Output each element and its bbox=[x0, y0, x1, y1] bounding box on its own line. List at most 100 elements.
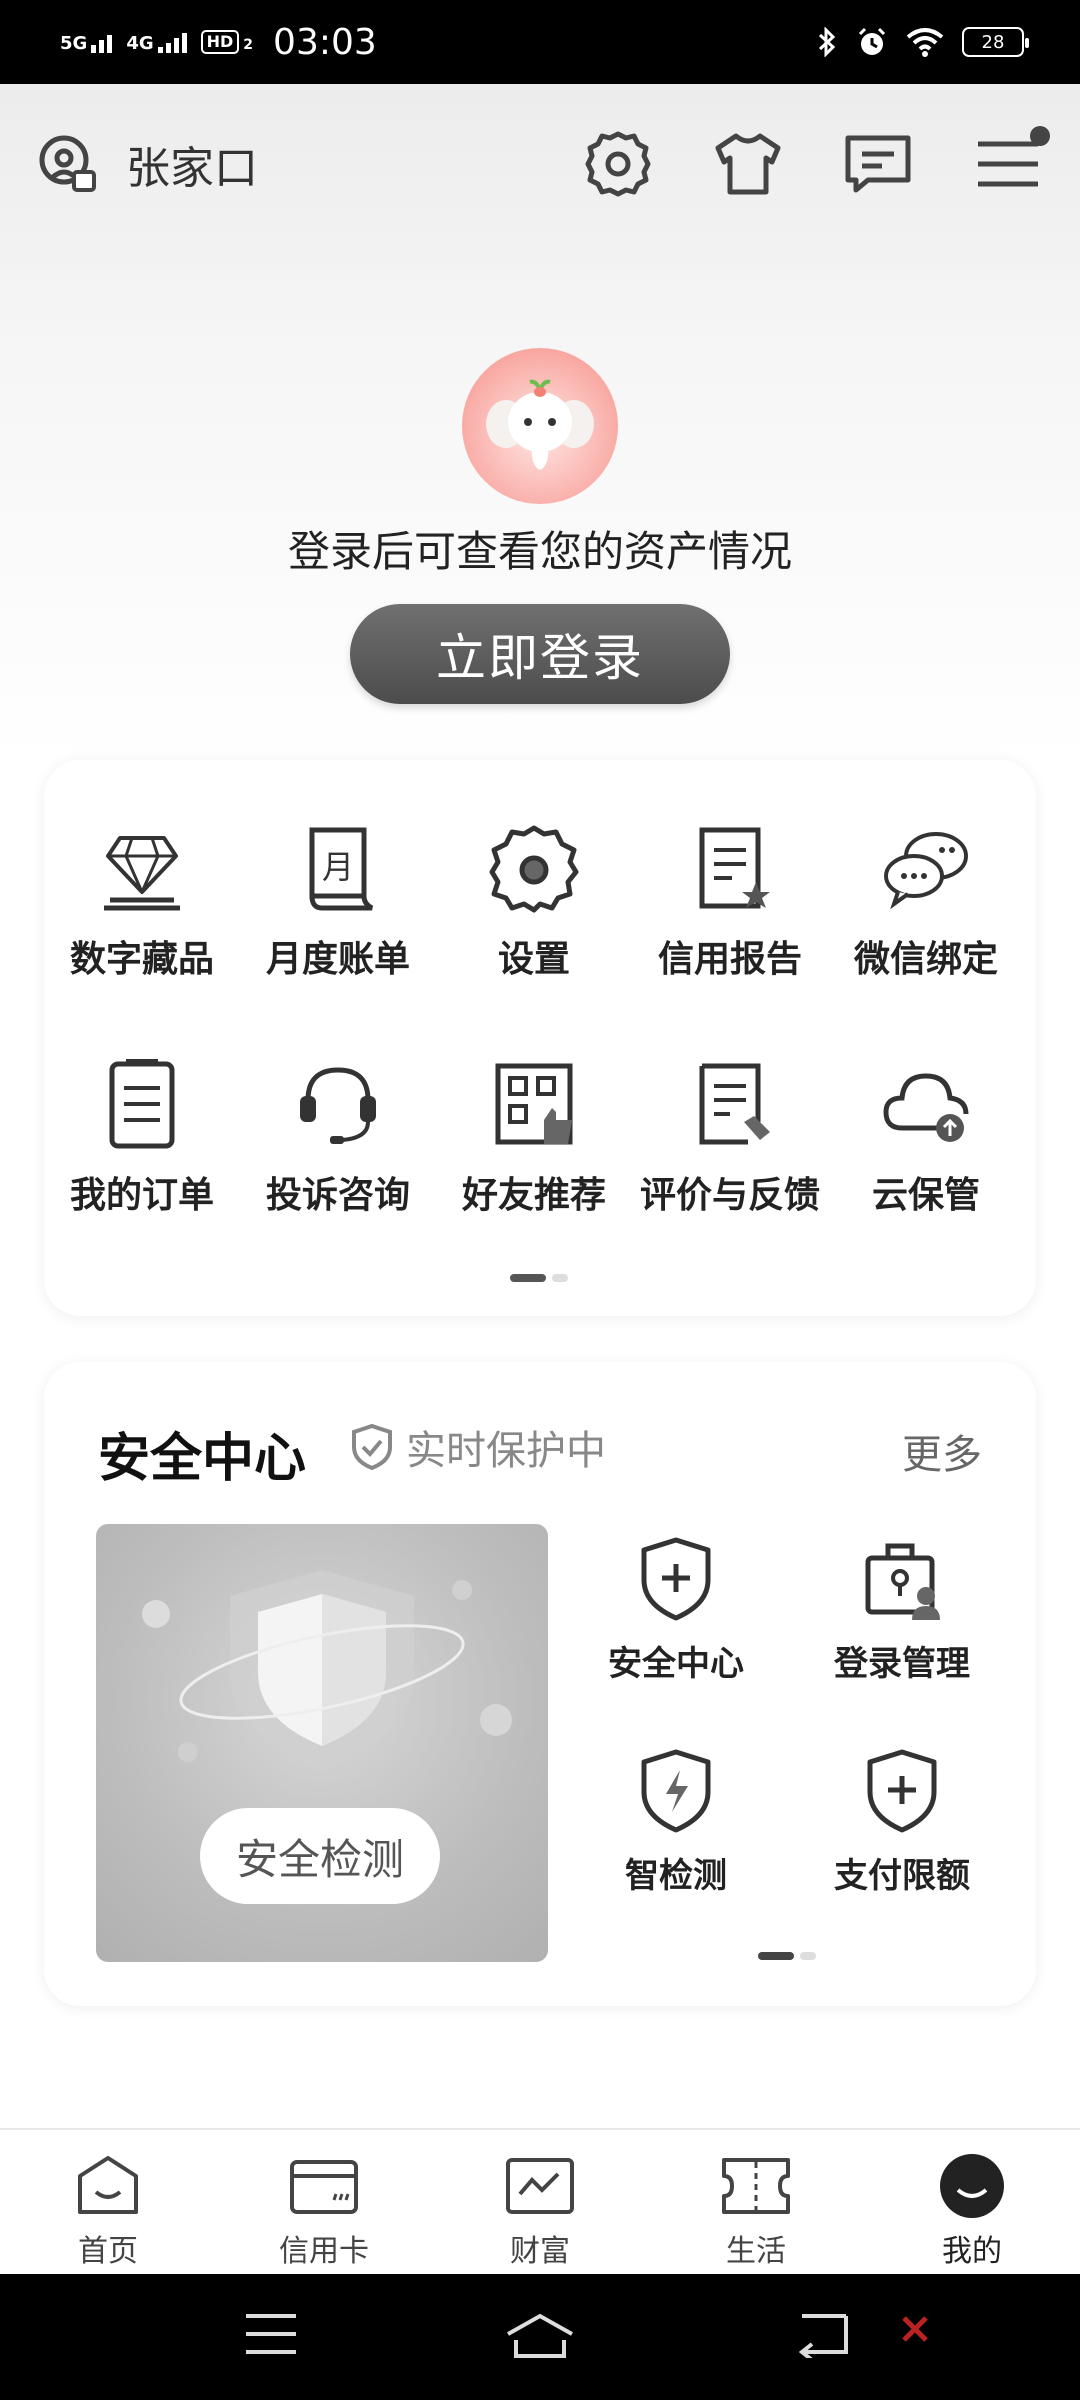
wechat-chat-icon bbox=[884, 832, 968, 910]
qr-thumb-icon bbox=[495, 1063, 573, 1145]
lock-user-icon bbox=[865, 1543, 940, 1620]
tab-mine[interactable]: 我的 bbox=[864, 2130, 1080, 2274]
credit-report-icon bbox=[699, 827, 770, 909]
city-selector[interactable]: 张家口 bbox=[126, 132, 258, 196]
profile-icon bbox=[940, 2154, 1004, 2218]
grid-item-credit-report[interactable]: 信用报告 bbox=[632, 820, 828, 982]
hd-badge: HD bbox=[200, 30, 240, 54]
wifi-icon bbox=[906, 28, 944, 57]
security-item-payment-limit[interactable]: 支付限额 bbox=[792, 1748, 1012, 1897]
bluetooth-icon bbox=[818, 27, 836, 57]
shield-plus-icon bbox=[641, 1537, 711, 1621]
status-bar: 5G 4G HD 2 03:03 28 bbox=[0, 0, 1080, 84]
network-4g: 4G bbox=[126, 31, 187, 54]
tab-label: 信用卡 bbox=[279, 2234, 369, 2269]
tab-credit-card[interactable]: 信用卡 bbox=[216, 2130, 432, 2274]
grid-item-settings[interactable]: 设置 bbox=[436, 820, 632, 982]
grid-item-digital-collectibles[interactable]: 数字藏品 bbox=[44, 820, 240, 982]
hd-sub: 2 bbox=[243, 37, 254, 53]
grid-item-my-orders[interactable]: 我的订单 bbox=[44, 1056, 240, 1218]
tab-label: 首页 bbox=[78, 2234, 138, 2269]
back-icon[interactable] bbox=[796, 2310, 852, 2358]
tab-wealth[interactable]: 财富 bbox=[432, 2130, 648, 2274]
shield-illustration bbox=[142, 1570, 512, 1770]
header-actions bbox=[582, 126, 1050, 200]
grid-label: 我的订单 bbox=[69, 1175, 214, 1216]
messages-button[interactable] bbox=[842, 128, 914, 200]
shield-check-icon bbox=[352, 1423, 392, 1471]
shield-plus-icon bbox=[867, 1749, 937, 1833]
grid-item-complaint[interactable]: 投诉咨询 bbox=[240, 1056, 436, 1218]
security-item-label: 登录管理 bbox=[834, 1644, 970, 1684]
order-list-icon bbox=[109, 1059, 175, 1149]
home-nav-icon[interactable] bbox=[504, 2310, 576, 2362]
header-bar: 张家口 bbox=[0, 84, 1080, 244]
svg-text:月: 月 bbox=[322, 848, 354, 886]
tab-label: 我的 bbox=[942, 2234, 1002, 2269]
gear-icon bbox=[489, 825, 579, 913]
network-5g-label: 5G bbox=[60, 33, 88, 54]
grid-item-monthly-bill[interactable]: 月 月度账单 bbox=[240, 820, 436, 982]
security-item-label: 安全中心 bbox=[608, 1644, 744, 1684]
tab-life[interactable]: 生活 bbox=[648, 2130, 864, 2274]
hd-indicator: HD 2 bbox=[200, 30, 254, 54]
tab-label: 财富 bbox=[510, 2234, 570, 2269]
grid-label: 好友推荐 bbox=[461, 1175, 606, 1216]
message-icon bbox=[845, 135, 911, 193]
watermark-icon bbox=[902, 2316, 928, 2342]
grid-label: 信用报告 bbox=[657, 939, 802, 980]
shield-bolt-icon bbox=[641, 1749, 711, 1833]
grid-item-cloud-storage[interactable]: 云保管 bbox=[828, 1056, 1024, 1218]
notification-dot bbox=[1030, 126, 1050, 146]
theme-button[interactable] bbox=[712, 128, 784, 200]
security-banner[interactable]: 安全检测 bbox=[96, 1524, 548, 1962]
security-item-label: 智检测 bbox=[625, 1856, 727, 1896]
grid-label: 数字藏品 bbox=[69, 939, 214, 980]
security-check-button[interactable]: 安全检测 bbox=[200, 1808, 440, 1904]
avatar[interactable] bbox=[462, 348, 618, 504]
elephant-mascot-icon bbox=[486, 379, 594, 470]
security-item-center[interactable]: 安全中心 bbox=[566, 1536, 786, 1685]
grid-item-feedback[interactable]: 评价与反馈 bbox=[632, 1056, 828, 1218]
login-button[interactable]: 立即登录 bbox=[350, 604, 730, 704]
status-left: 5G 4G HD 2 03:03 bbox=[60, 22, 377, 63]
tab-home[interactable]: 首页 bbox=[0, 2130, 216, 2274]
protection-status-label: 实时保护中 bbox=[406, 1428, 606, 1474]
monthly-bill-icon: 月 bbox=[309, 827, 374, 911]
security-title: 安全中心 bbox=[98, 1429, 307, 1489]
network-4g-label: 4G bbox=[126, 33, 154, 54]
security-center-card: 安全中心 实时保护中 更多 安全检测 安全中心 登录管理 智检测 支付限额 bbox=[44, 1362, 1036, 2006]
home-icon bbox=[78, 2156, 138, 2214]
location-icon[interactable] bbox=[36, 132, 100, 196]
watermark-logo bbox=[900, 2314, 930, 2344]
menu-button[interactable] bbox=[972, 126, 1050, 200]
network-5g: 5G bbox=[60, 31, 113, 54]
grid-label: 云保管 bbox=[871, 1175, 980, 1216]
grid-item-friend-referral[interactable]: 好友推荐 bbox=[436, 1056, 632, 1218]
grid-page-indicator bbox=[510, 1274, 568, 1282]
grid-item-wechat-binding[interactable]: 微信绑定 bbox=[828, 820, 1024, 982]
settings-button[interactable] bbox=[582, 128, 654, 200]
cloud-upload-icon bbox=[883, 1073, 969, 1142]
diamond-icon bbox=[104, 836, 180, 911]
recent-apps-icon[interactable] bbox=[244, 2310, 298, 2358]
signal-icon bbox=[157, 31, 187, 53]
security-more-link[interactable]: 更多 bbox=[902, 1422, 982, 1480]
alarm-icon bbox=[858, 27, 886, 55]
quick-actions-card: 数字藏品 月 月度账单 设置 信用报告 微信绑定 我的订单 投诉咨询 好友推荐 … bbox=[44, 760, 1036, 1316]
security-page-indicator bbox=[758, 1952, 816, 1960]
login-tip: 登录后可查看您的资产情况 bbox=[287, 527, 792, 576]
status-right: 28 bbox=[816, 26, 1029, 58]
tab-label: 生活 bbox=[726, 2234, 786, 2269]
security-item-smart-detect[interactable]: 智检测 bbox=[566, 1748, 786, 1897]
battery-level: 28 bbox=[981, 31, 1005, 53]
tshirt-icon bbox=[715, 133, 781, 195]
grid-label: 评价与反馈 bbox=[639, 1175, 820, 1216]
grid-label: 微信绑定 bbox=[853, 939, 998, 980]
grid-label: 月度账单 bbox=[265, 939, 410, 980]
protection-status: 实时保护中 bbox=[350, 1418, 606, 1476]
system-navigation-bar bbox=[0, 2274, 1080, 2400]
battery-icon: 28 bbox=[962, 27, 1029, 57]
ticket-icon bbox=[722, 2158, 790, 2214]
security-item-login-management[interactable]: 登录管理 bbox=[792, 1536, 1012, 1685]
